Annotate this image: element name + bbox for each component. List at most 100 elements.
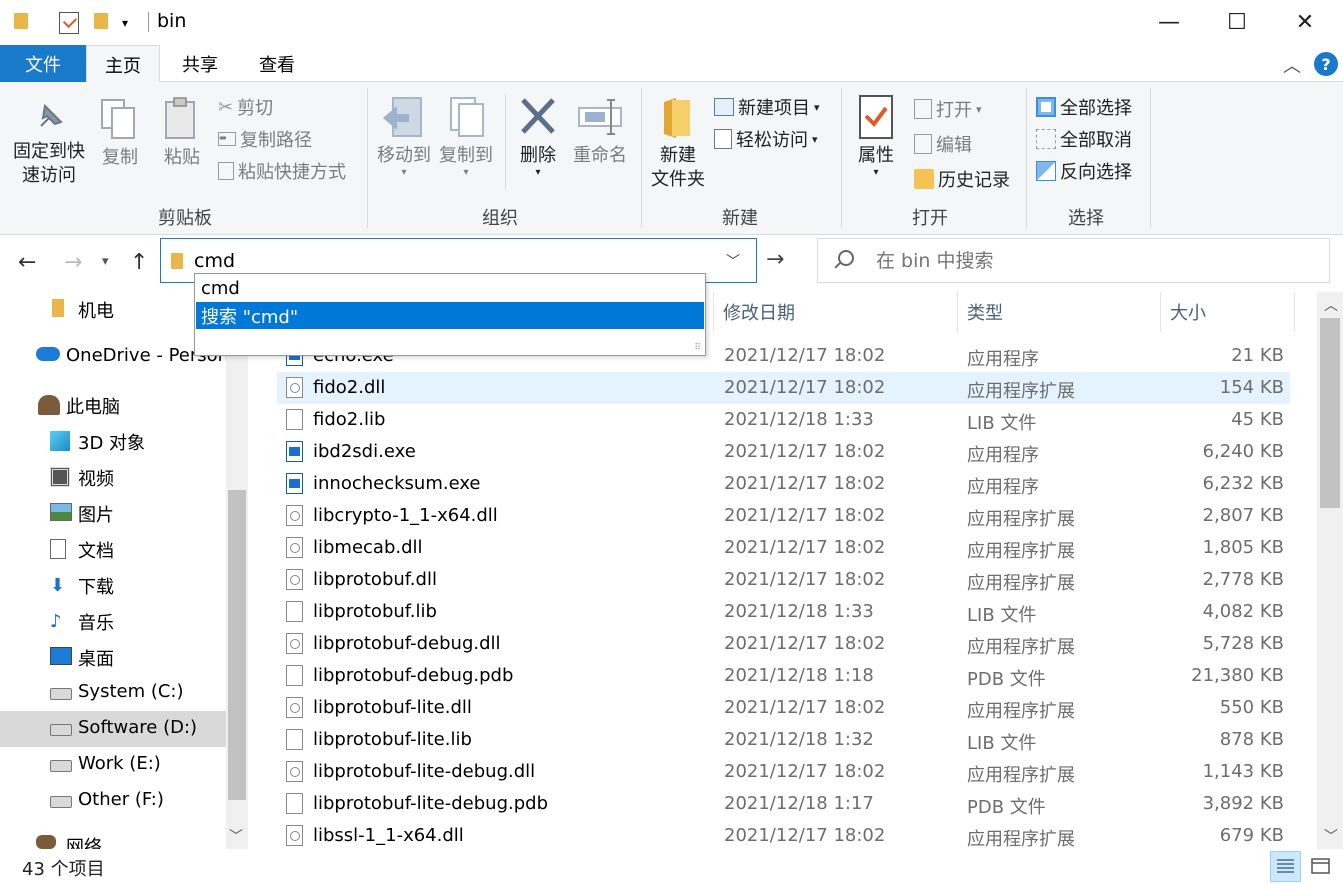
file-row[interactable]: libprotobuf-lite-debug.dll 2021/12/17 18:…	[277, 756, 1290, 788]
file-row[interactable]: libmecab.dll 2021/12/17 18:02 应用程序扩展 1,805 …	[277, 532, 1290, 564]
select-all-button[interactable]: 全部选择	[1036, 94, 1132, 120]
file-row[interactable]: fido2.dll 2021/12/17 18:02 应用程序扩展 154 KB	[277, 372, 1290, 404]
sidebar-item[interactable]: 机电	[0, 291, 226, 327]
up-arrow-icon[interactable]: ↑	[130, 250, 148, 275]
select-none-button[interactable]: 全部取消	[1036, 126, 1132, 152]
resize-grip-icon[interactable]: ⠿	[694, 343, 701, 353]
paste-shortcut-button[interactable]: 粘贴快捷方式	[218, 158, 346, 184]
group-separator	[1150, 88, 1151, 228]
file-row[interactable]: libprotobuf.lib 2021/12/18 1:33 LIB 文件 4,08…	[277, 596, 1290, 628]
search-input[interactable]	[876, 248, 1316, 274]
file-row[interactable]: innochecksum.exe 2021/12/17 18:02 应用程序 6,23…	[277, 468, 1290, 500]
sidebar-item[interactable]: 文档	[0, 531, 226, 567]
sidebar-item[interactable]: Software (D:)	[0, 711, 226, 747]
properties-quick-access-icon[interactable]	[59, 12, 79, 34]
autocomplete-item-search[interactable]: 搜索 "cmd"	[196, 302, 704, 329]
invert-selection-label: 反向选择	[1060, 162, 1132, 183]
details-view-button[interactable]	[1270, 851, 1301, 882]
maximize-button[interactable]: ☐	[1203, 0, 1271, 45]
sidebar-item[interactable]: 此电脑	[0, 387, 226, 423]
column-header-size[interactable]: 大小	[1161, 292, 1295, 332]
nav-scrollbar-thumb[interactable]	[228, 490, 246, 800]
new-item-button[interactable]: 新建项目 ▾	[714, 94, 820, 120]
address-input[interactable]	[194, 248, 714, 274]
open-button[interactable]: 打开 ▾	[914, 96, 982, 122]
sidebar-item[interactable]: System (C:)	[0, 675, 226, 711]
search-box[interactable]	[817, 238, 1330, 283]
history-button[interactable]: 历史记录	[914, 166, 1010, 192]
recent-locations-chevron-icon[interactable]: ▾	[102, 254, 109, 269]
move-to-chevron-icon: ▾	[401, 167, 407, 178]
file-row[interactable]: libprotobuf-debug.pdb 2021/12/18 1:18 PDB …	[277, 660, 1290, 692]
tab-file[interactable]: 文件	[0, 45, 86, 82]
column-header-date[interactable]: 修改日期	[714, 292, 957, 332]
file-type: PDB 文件	[967, 669, 1046, 690]
forward-arrow-icon[interactable]: →	[64, 250, 82, 275]
delete-button[interactable]: 删除 ▾	[512, 94, 564, 178]
minimize-button[interactable]: —	[1135, 0, 1203, 45]
sidebar-item[interactable]: OneDrive - Person	[0, 339, 229, 375]
sidebar-item[interactable]: ♪ 音乐	[0, 603, 226, 639]
file-row[interactable]: fido2.lib 2021/12/18 1:33 LIB 文件 45 KB	[277, 404, 1290, 436]
copy-to-button[interactable]: 复制到 ▾	[436, 94, 496, 178]
column-header-type[interactable]: 类型	[958, 292, 1160, 332]
tab-view[interactable]: 查看	[240, 45, 314, 82]
sidebar-item[interactable]: 桌面	[0, 639, 226, 675]
sidebar-item[interactable]: 3D 对象	[0, 423, 226, 459]
cut-button[interactable]: ✂ 剪切	[218, 94, 273, 120]
tab-share[interactable]: 共享	[163, 45, 237, 82]
sidebar-item[interactable]: 网络	[0, 827, 226, 849]
drive-icon	[50, 760, 72, 772]
invert-selection-button[interactable]: 反向选择	[1036, 158, 1132, 184]
file-row[interactable]: libprotobuf-lite.dll 2021/12/17 18:02 应用程序…	[277, 692, 1290, 724]
large-icons-view-button[interactable]	[1305, 851, 1336, 882]
customize-quick-access-chevron-icon[interactable]: ▾	[122, 16, 128, 30]
address-history-chevron-icon[interactable]: ﹀	[726, 251, 740, 271]
copy-button[interactable]: 复制	[98, 96, 142, 170]
sidebar-item[interactable]: Other (F:)	[0, 783, 226, 819]
list-scroll-up-chevron-icon[interactable]: ︿	[1324, 295, 1338, 315]
properties-button[interactable]: 属性 ▾	[848, 94, 904, 178]
desktop-icon	[50, 647, 72, 665]
sidebar-item[interactable]: ⬇ 下载	[0, 567, 226, 603]
file-row[interactable]: libprotobuf-lite-debug.pdb 2021/12/18 1:1…	[277, 788, 1290, 820]
file-list-scrollbar-thumb[interactable]	[1320, 318, 1340, 508]
rename-button[interactable]: 重命名	[570, 94, 630, 168]
file-row[interactable]: libprotobuf-lite.lib 2021/12/18 1:32 LIB 文…	[277, 724, 1290, 756]
new-folder-button[interactable]: 新建 文件夹	[648, 94, 708, 192]
sidebar-item[interactable]: 图片	[0, 495, 226, 531]
back-arrow-icon[interactable]: ←	[18, 250, 36, 275]
move-to-button[interactable]: 移动到 ▾	[374, 94, 434, 178]
collapse-ribbon-chevron-icon[interactable]: ︿	[1283, 52, 1301, 78]
nav-scroll-down-chevron-icon[interactable]: ﹀	[229, 826, 243, 846]
file-size: 878 KB	[1219, 729, 1284, 750]
history-icon	[914, 169, 934, 189]
edit-icon	[914, 134, 932, 154]
paste-button[interactable]: 粘贴	[160, 96, 204, 170]
edit-button[interactable]: 编辑	[914, 131, 972, 157]
easy-access-button[interactable]: 轻松访问 ▾	[714, 126, 818, 152]
file-row[interactable]: libprotobuf-debug.dll 2021/12/17 18:02 应用程…	[277, 628, 1290, 660]
file-row[interactable]: ibd2sdi.exe 2021/12/17 18:02 应用程序 6,240 KB	[277, 436, 1290, 468]
help-icon[interactable]: ?	[1314, 52, 1338, 76]
tab-home[interactable]: 主页	[86, 45, 160, 83]
close-button[interactable]: ✕	[1271, 0, 1339, 45]
file-row[interactable]: libprotobuf.dll 2021/12/17 18:02 应用程序扩展 2,7…	[277, 564, 1290, 596]
new-folder-quick-access-icon[interactable]	[94, 13, 108, 29]
sidebar-item[interactable]: 视频	[0, 459, 226, 495]
file-type: LIB 文件	[967, 733, 1037, 754]
pin-label-line2: 速访问	[22, 165, 76, 186]
column-separator[interactable]	[1294, 292, 1295, 332]
sidebar-item[interactable]: Work (E:)	[0, 747, 226, 783]
go-arrow-icon[interactable]: →	[766, 247, 784, 272]
file-row[interactable]: libssl-1_1-x64.dll 2021/12/17 18:02 应用程序扩展…	[277, 820, 1290, 852]
copy-path-button[interactable]: ▬ 复制路径	[218, 126, 312, 152]
move-to-label: 移动到	[377, 145, 431, 166]
list-scroll-down-chevron-icon[interactable]: ﹀	[1324, 826, 1338, 846]
new-item-chevron-icon: ▾	[814, 100, 820, 114]
pin-to-quick-access-button[interactable]: 固定到快 速访问	[12, 100, 86, 188]
file-date: 2021/12/17 18:02	[724, 569, 886, 590]
file-size: 2,778 KB	[1202, 569, 1284, 590]
autocomplete-item[interactable]: cmd	[196, 275, 704, 302]
file-row[interactable]: libcrypto-1_1-x64.dll 2021/12/17 18:02 应用程…	[277, 500, 1290, 532]
